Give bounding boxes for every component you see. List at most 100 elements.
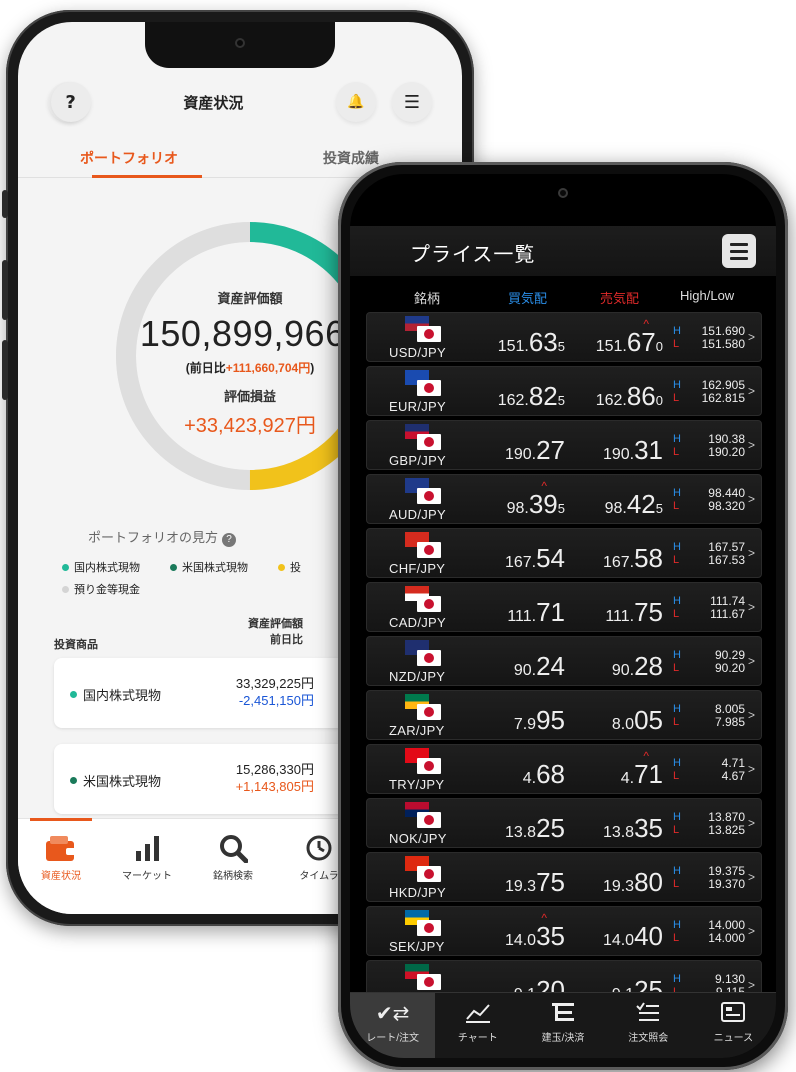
prev-day-prefix: (前日比: [185, 361, 226, 375]
bid-price[interactable]: 14.035: [505, 921, 565, 952]
ask-price[interactable]: 14.040: [603, 921, 663, 952]
rate-row[interactable]: CHF/JPY 167.54 167.58 H L 167.57 167.53 >: [366, 528, 762, 578]
help-icon[interactable]: ?: [50, 82, 91, 122]
bid-price[interactable]: 162.825: [498, 381, 565, 412]
rate-row[interactable]: NZD/JPY 90.24 90.28 H L 90.29 90.20 >: [366, 636, 762, 686]
bid-price[interactable]: 111.71: [507, 597, 565, 628]
currency-pair: NZD/JPY: [389, 669, 446, 684]
hl-values: 151.690 151.580: [702, 325, 745, 351]
currency-pair: AUD/JPY: [389, 507, 447, 522]
ask-price[interactable]: 13.835: [603, 813, 663, 844]
volume-up-button: [2, 260, 8, 320]
help-icon: ?: [222, 533, 237, 547]
high-label: H: [673, 379, 681, 391]
ask-price[interactable]: 190.31: [603, 435, 663, 466]
bid-price[interactable]: 167.54: [505, 543, 565, 574]
currency-pair: SEK/JPY: [389, 939, 445, 954]
nav-market[interactable]: マーケット: [104, 819, 190, 914]
tab-portfolio[interactable]: ポートフォリオ: [18, 140, 240, 177]
bid-price[interactable]: 19.375: [505, 867, 565, 898]
low-label: L: [673, 554, 680, 566]
bell-icon[interactable]: 🔔: [335, 82, 376, 122]
ask-price[interactable]: 4.71: [621, 759, 663, 790]
currency-pair: CAD/JPY: [389, 615, 447, 630]
bid-prefix: 14.0: [504, 932, 537, 949]
bid-price[interactable]: 13.825: [505, 813, 565, 844]
holding-values: 33,329,225円 -2,451,150円: [198, 675, 314, 709]
hl-values: 98.440 98.320: [708, 487, 745, 513]
hl-labels: HL: [673, 649, 681, 675]
ask-price[interactable]: 162.860: [596, 381, 663, 412]
low-value: 19.370: [708, 877, 745, 891]
currency-pair: ZAR/JPY: [389, 723, 445, 738]
japan-flag: [417, 866, 441, 882]
ask-price[interactable]: 8.005: [612, 705, 663, 736]
hl-labels: HL: [673, 757, 681, 783]
nav-rate-order[interactable]: ✔⇄ レート/注文: [350, 993, 436, 1058]
low-label: L: [673, 932, 680, 944]
bid-price[interactable]: 151.635: [498, 327, 565, 358]
currency-flag-icon: [405, 424, 443, 451]
ask-prefix: 162.: [595, 392, 627, 409]
nav-order-inquiry[interactable]: 注文照会: [606, 993, 691, 1058]
holding-name: 米国株式現物: [70, 771, 161, 790]
bid-price[interactable]: 4.68: [523, 759, 565, 790]
rate-row[interactable]: GBP/JPY 190.27 190.31 H L 190.38 190.20 >: [366, 420, 762, 470]
menu-icon[interactable]: ☰: [391, 82, 432, 122]
rate-list: USD/JPY 151.635 ^ 151.670 H L 151.690 151.580 > E…: [366, 312, 762, 1014]
rate-row[interactable]: NOK/JPY 13.825 13.835 H L 13.870 13.825 >: [366, 798, 762, 848]
low-label: L: [673, 392, 680, 404]
hl-labels: HL: [673, 541, 681, 567]
rate-row[interactable]: USD/JPY 151.635 ^ 151.670 H L 151.690 151.580 >: [366, 312, 762, 362]
rate-row[interactable]: TRY/JPY 4.68 ^ 4.71 H L 4.71 4.67 >: [366, 744, 762, 794]
nav-position[interactable]: 建玉/決済: [520, 993, 605, 1058]
chevron-right-icon: >: [747, 978, 755, 992]
rate-row[interactable]: CAD/JPY 111.71 111.75 H L 111.74 111.67 >: [366, 582, 762, 632]
nav-assets[interactable]: 資産状況: [18, 818, 104, 914]
portfolio-guide-link[interactable]: ポートフォリオの見方?: [88, 527, 237, 547]
hl-labels: HL: [673, 325, 681, 351]
japan-flag: [417, 542, 441, 558]
rate-row[interactable]: HKD/JPY 19.375 19.380 H L 19.375 19.370 >: [366, 852, 762, 902]
nav-news[interactable]: ニュース: [691, 993, 776, 1058]
legend-item: 預り金等現金: [62, 581, 140, 597]
rate-row[interactable]: SEK/JPY ^ 14.035 14.040 H L 14.000 14.000 >: [366, 906, 762, 956]
rate-order-icon: ✔⇄: [375, 1003, 410, 1025]
high-label: H: [673, 811, 681, 823]
ask-prefix: 98.: [604, 500, 627, 517]
order-list-svg: [636, 1002, 660, 1021]
ask-price[interactable]: 111.75: [605, 597, 663, 628]
currency-flag-icon: [405, 802, 443, 829]
low-value: 14.000: [708, 931, 745, 945]
japan-flag: [417, 812, 441, 828]
bid-price[interactable]: 190.27: [505, 435, 565, 466]
ask-price[interactable]: 98.425: [605, 489, 663, 520]
nav-search[interactable]: 銘柄検索: [190, 819, 276, 914]
ask-price[interactable]: 90.28: [612, 651, 663, 682]
holding-valuation: 33,329,225円: [235, 676, 314, 691]
rate-row[interactable]: AUD/JPY ^ 98.395 98.425 H L 98.440 98.320 >: [366, 474, 762, 524]
nav-chart-label: チャート: [457, 1033, 498, 1044]
order-list-icon: [606, 1001, 691, 1029]
holding-valuation: 15,286,330円: [235, 762, 314, 777]
bid-pips: 68: [536, 759, 565, 789]
ask-price[interactable]: 167.58: [603, 543, 663, 574]
nav-chart[interactable]: チャート: [435, 993, 520, 1058]
ask-price[interactable]: 19.380: [603, 867, 663, 898]
bid-price[interactable]: 98.395: [507, 489, 565, 520]
chart-icon: [435, 1001, 520, 1029]
ask-prefix: 4.: [620, 770, 635, 787]
low-value: 4.67: [721, 769, 745, 783]
menu-icon[interactable]: [722, 234, 756, 268]
ask-pips: 86: [626, 381, 656, 411]
holding-values: 15,286,330円 +1,143,805円: [198, 761, 314, 795]
bid-price[interactable]: 90.24: [514, 651, 565, 682]
rate-row[interactable]: EUR/JPY 162.825 162.860 H L 162.905 162.815 >: [366, 366, 762, 416]
chevron-right-icon: >: [747, 762, 755, 776]
ask-price[interactable]: 151.670: [596, 327, 663, 358]
bid-price[interactable]: 7.995: [514, 705, 565, 736]
bid-pips: 75: [536, 867, 565, 897]
low-value: 98.320: [708, 499, 745, 513]
rate-row[interactable]: ZAR/JPY 7.995 8.005 H L 8.005 7.985 >: [366, 690, 762, 740]
ask-prefix: 13.8: [602, 824, 635, 841]
